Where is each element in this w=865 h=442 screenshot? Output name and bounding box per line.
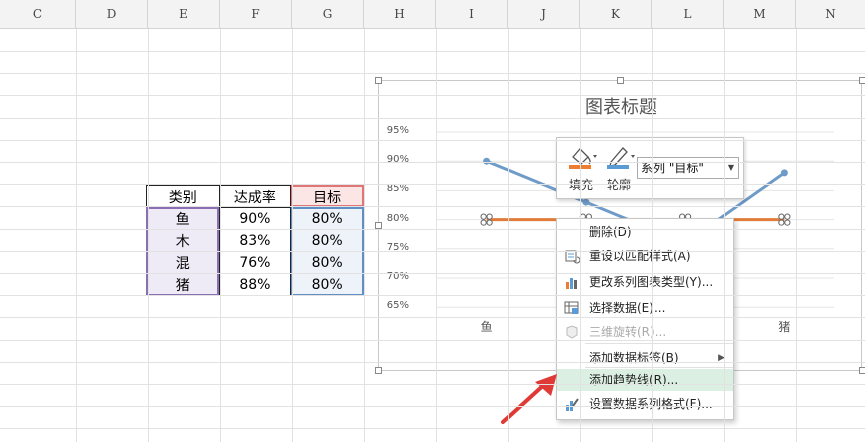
column-header-g[interactable]: G [292,0,364,28]
grid-column-line [652,29,653,442]
context-menu-item[interactable]: 重设以匹配样式(A) [557,245,733,267]
column-header-j[interactable]: J [508,0,580,28]
chevron-down-icon: ▼ [727,163,734,172]
grid-column-line [508,29,509,442]
data-point[interactable] [582,198,590,206]
annotation-arrow-icon [501,374,557,424]
column-header-m[interactable]: M [724,0,796,28]
grid-row-line [0,51,865,52]
context-menu-item-label: 重设以匹配样式(A) [589,249,691,263]
resize-handle[interactable] [859,77,865,84]
y-tick-label: 65% [386,300,409,312]
grid-row-line [0,162,865,163]
table-cell[interactable]: 90% [218,207,292,230]
table-header-rate[interactable]: 达成率 [218,185,292,208]
grid-column-line [148,29,149,442]
grid-column-line [220,29,221,442]
column-header-l[interactable]: L [652,0,724,28]
context-menu-item[interactable]: 更改系列图表类型(Y)... [557,271,733,293]
grid-row-line [0,140,865,141]
y-tick-label: 90% [386,154,409,166]
grid-row-line [0,251,865,252]
grid-column-line [580,29,581,442]
grid-row-line [0,428,865,429]
context-menu-item[interactable]: 添加趋势线(R)... [557,369,733,391]
y-tick-label: 95% [386,125,409,136]
column-header-k[interactable]: K [580,0,652,28]
grid-row-line [0,317,865,318]
resize-handle[interactable] [859,367,865,374]
column-header-f[interactable]: F [220,0,292,28]
format-mini-toolbar: 填充 轮廓 系列 "目标" ▼ [556,137,744,199]
context-menu-item[interactable]: 添加数据标签(B) ▶ [557,347,733,369]
grid-row-line [0,384,865,385]
fill-button[interactable]: 填充 [563,141,599,197]
grid-column-line [436,29,437,442]
grid-row-line [0,73,865,74]
grid-column-line [364,29,365,442]
resize-handle[interactable] [375,367,382,374]
resize-handle[interactable] [375,77,382,84]
resize-handle[interactable] [617,77,624,84]
grid-column-line [292,29,293,442]
context-menu: 删除(D)重设以匹配样式(A)更改系列图表类型(Y)...选择数据(E)...三… [556,218,734,420]
x-tick-label: 鱼 [480,320,493,335]
table-header-category[interactable]: 类别 [146,185,220,208]
pen-outline-icon [607,147,635,169]
table-cell[interactable]: 88% [218,273,292,296]
y-tick-label: 80% [386,212,409,224]
column-header-h[interactable]: H [364,0,436,28]
grid-row-line [0,362,865,363]
grid-column-line [796,29,797,442]
paint-bucket-icon [569,148,597,169]
format-series-icon [564,396,580,412]
series-select-value: 系列 "目标" [641,161,704,175]
range-highlight-target-header [291,185,364,207]
column-header-e[interactable]: E [148,0,220,28]
column-header-i[interactable]: I [436,0,508,28]
table-cell[interactable]: 76% [218,251,292,274]
context-menu-item-label: 删除(D) [589,225,632,239]
grid-row-line [0,184,865,185]
grid-row-line [0,95,865,96]
grid-row-line [0,295,865,296]
column-header-c[interactable]: C [0,0,76,28]
rotate-3d-icon [564,324,580,340]
grid-row-line [0,229,865,230]
x-tick-label: 猪 [778,320,791,335]
context-menu-item[interactable]: 设置数据系列格式(F)... [557,393,733,415]
column-header-n[interactable]: N [796,0,865,28]
y-tick-label: 85% [386,183,409,195]
column-header-d[interactable]: D [76,0,148,28]
grid-row-line [0,273,865,274]
context-menu-item[interactable]: 删除(D) [557,221,733,243]
context-menu-item-label: 添加趋势线(R)... [589,373,679,387]
bar-chart-icon [564,274,580,290]
outline-button[interactable]: 轮廓 [601,141,637,197]
menu-separator [585,367,733,368]
table-cell[interactable]: 83% [218,229,292,252]
data-point[interactable] [780,169,788,177]
context-menu-item-label: 添加数据标签(B) [589,351,679,365]
grid-row-line [0,118,865,119]
grid-column-line [724,29,725,442]
select-data-icon [564,300,580,316]
grid-column-line [76,29,77,442]
grid-row-line [0,206,865,207]
column-header-bar: C D E F G H I J K L M N [0,0,865,29]
context-menu-item[interactable]: 选择数据(E)... [557,297,733,319]
resize-handle[interactable] [375,222,382,229]
grid-row-line [0,406,865,407]
grid-row-line [0,340,865,341]
menu-separator [585,343,733,344]
context-menu-item-label: 设置数据系列格式(F)... [589,397,713,411]
context-menu-item-label: 选择数据(E)... [589,301,666,315]
